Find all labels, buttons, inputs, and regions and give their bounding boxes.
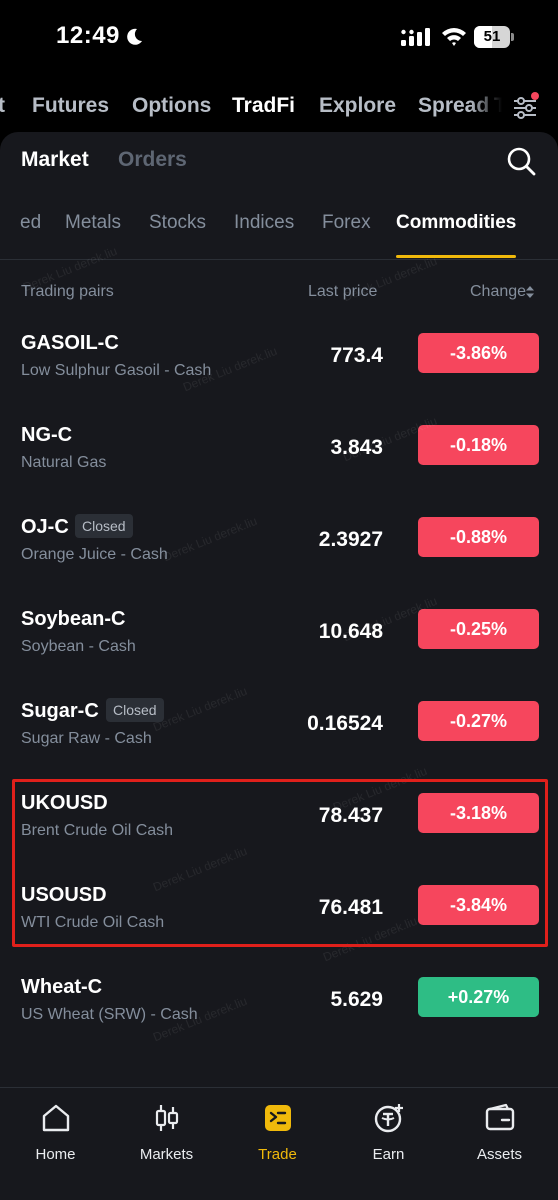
battery-icon: 51 bbox=[474, 26, 514, 48]
active-tab-underline bbox=[396, 255, 516, 258]
battery-percent: 51 bbox=[483, 28, 501, 45]
pair-symbol: Sugar-C bbox=[21, 700, 99, 722]
change-badge: -3.18% bbox=[418, 793, 539, 833]
sort-icon[interactable] bbox=[526, 286, 534, 298]
category-tab-metals[interactable]: Metals bbox=[65, 212, 121, 234]
pair-name: Low Sulphur Gasoil - Cash bbox=[21, 362, 212, 379]
category-tab-stocks[interactable]: Stocks bbox=[149, 212, 206, 234]
bottom-nav-label: Markets bbox=[139, 1146, 194, 1163]
candlestick-icon bbox=[155, 1105, 179, 1131]
top-nav-item-partial-left[interactable]: t bbox=[0, 94, 5, 118]
trade-icon bbox=[265, 1105, 291, 1131]
bottom-nav-label: Earn bbox=[372, 1146, 405, 1163]
last-price: 0.16524 bbox=[307, 712, 383, 735]
last-price: 773.4 bbox=[330, 344, 383, 367]
change-badge: -0.27% bbox=[418, 701, 539, 741]
market-panel: Market Orders ed Metals Stocks Indices F… bbox=[0, 132, 558, 1087]
bottom-nav: Home Markets Trade Earn Assets bbox=[0, 1087, 558, 1200]
wifi-icon bbox=[442, 28, 466, 46]
top-nav-item-explore[interactable]: Explore bbox=[319, 94, 396, 118]
status-bar: 12:49 51 bbox=[0, 0, 558, 78]
category-tab-commodities[interactable]: Commodities bbox=[396, 212, 516, 234]
category-tab-indices[interactable]: Indices bbox=[234, 212, 294, 234]
change-badge: -0.18% bbox=[418, 425, 539, 465]
table-row[interactable]: Soybean-C Soybean - Cash 10.648 -0.25% bbox=[0, 592, 558, 684]
header-last-price[interactable]: Last price bbox=[308, 283, 377, 301]
pair-name: Sugar Raw - Cash bbox=[21, 730, 152, 747]
table-header: Trading pairs Last price Change bbox=[0, 280, 558, 304]
last-price: 10.648 bbox=[318, 620, 383, 643]
app-screen: 12:49 51 t Futures Options TradFi Explor… bbox=[0, 0, 558, 1200]
category-tabs: ed Metals Stocks Indices Forex Commoditi… bbox=[0, 198, 558, 260]
bottom-nav-trade[interactable]: Trade bbox=[222, 1088, 333, 1178]
tab-market[interactable]: Market bbox=[21, 148, 89, 172]
notification-dot bbox=[531, 92, 539, 100]
wallet-icon bbox=[485, 1103, 515, 1131]
bottom-nav-assets[interactable]: Assets bbox=[444, 1088, 555, 1178]
bottom-nav-earn[interactable]: Earn bbox=[333, 1088, 444, 1178]
last-price: 78.437 bbox=[318, 804, 383, 827]
table-row[interactable]: Sugar-C Closed Sugar Raw - Cash 0.16524 … bbox=[0, 684, 558, 776]
table-row[interactable]: Wheat-C US Wheat (SRW) - Cash 5.629 +0.2… bbox=[0, 960, 558, 1052]
moon-icon bbox=[127, 28, 142, 45]
pair-symbol: GASOIL-C bbox=[21, 332, 119, 354]
pair-symbol: UKOUSD bbox=[21, 792, 108, 814]
table-row[interactable]: GASOIL-C Low Sulphur Gasoil - Cash 773.4… bbox=[0, 316, 558, 408]
closed-badge: Closed bbox=[106, 698, 164, 722]
signal-icon bbox=[401, 28, 430, 46]
table-row[interactable]: NG-C Natural Gas 3.843 -0.18% bbox=[0, 408, 558, 500]
last-price: 2.3927 bbox=[318, 528, 383, 551]
category-tab-partial[interactable]: ed bbox=[20, 212, 41, 234]
pair-name: Soybean - Cash bbox=[21, 638, 136, 655]
bottom-nav-label: Trade bbox=[258, 1146, 297, 1163]
pair-name: Natural Gas bbox=[21, 454, 107, 471]
pair-symbol: Wheat-C bbox=[21, 976, 103, 998]
pair-symbol: NG-C bbox=[21, 424, 73, 446]
bottom-nav-label: Home bbox=[35, 1146, 76, 1163]
pair-symbol: OJ-C bbox=[21, 516, 69, 538]
change-badge: -3.86% bbox=[418, 333, 539, 373]
category-tab-forex[interactable]: Forex bbox=[322, 212, 371, 234]
bottom-nav-markets[interactable]: Markets bbox=[111, 1088, 222, 1178]
change-badge: +0.27% bbox=[418, 977, 539, 1017]
sub-tabs: Market Orders bbox=[0, 132, 558, 190]
change-badge: -0.25% bbox=[418, 609, 539, 649]
pair-name: Brent Crude Oil Cash bbox=[21, 822, 174, 839]
change-badge: -3.84% bbox=[418, 885, 539, 925]
earn-icon bbox=[374, 1104, 403, 1133]
header-trading-pairs: Trading pairs bbox=[21, 283, 114, 300]
bottom-nav-label: Assets bbox=[476, 1146, 522, 1163]
top-nav-item-tradfi[interactable]: TradFi bbox=[232, 94, 295, 118]
pair-symbol: Soybean-C bbox=[21, 608, 126, 630]
table-row[interactable]: OJ-C Closed Orange Juice - Cash 2.3927 -… bbox=[0, 500, 558, 592]
closed-badge: Closed bbox=[75, 514, 133, 538]
status-time: 12:49 bbox=[56, 22, 120, 49]
top-nav-item-options[interactable]: Options bbox=[132, 94, 211, 118]
top-nav-fade bbox=[470, 86, 510, 130]
header-change[interactable]: Change bbox=[470, 283, 526, 301]
bottom-nav-home[interactable]: Home bbox=[0, 1088, 111, 1178]
tab-orders[interactable]: Orders bbox=[118, 148, 187, 172]
last-price: 3.843 bbox=[330, 436, 383, 459]
table-row[interactable]: UKOUSD Brent Crude Oil Cash 78.437 -3.18… bbox=[0, 776, 558, 868]
pair-name: US Wheat (SRW) - Cash bbox=[21, 1006, 198, 1023]
last-price: 5.629 bbox=[330, 988, 383, 1011]
pair-name: Orange Juice - Cash bbox=[21, 546, 168, 563]
home-icon bbox=[42, 1104, 70, 1132]
search-icon[interactable] bbox=[506, 146, 536, 176]
top-nav-item-futures[interactable]: Futures bbox=[32, 94, 109, 118]
table-row[interactable]: USOUSD WTI Crude Oil Cash 76.481 -3.84% bbox=[0, 868, 558, 960]
top-nav: t Futures Options TradFi Explore Spread … bbox=[0, 86, 558, 130]
pair-symbol: USOUSD bbox=[21, 884, 107, 906]
pair-name: WTI Crude Oil Cash bbox=[21, 914, 165, 931]
last-price: 76.481 bbox=[318, 896, 383, 919]
change-badge: -0.88% bbox=[418, 517, 539, 557]
